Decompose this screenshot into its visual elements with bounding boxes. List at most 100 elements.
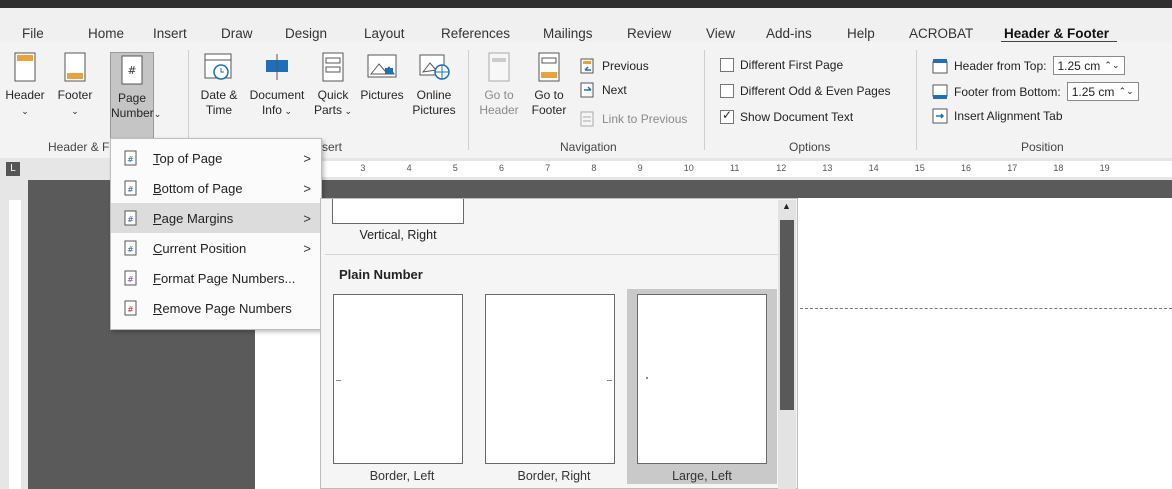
ruler-number: 14: [868, 163, 879, 173]
vertical-ruler[interactable]: [0, 180, 29, 489]
remove-page-numbers-icon: #: [123, 300, 139, 316]
separator: [916, 50, 917, 150]
calendar-clock-icon: [204, 53, 232, 80]
go-to-footer-button[interactable]: Go to Footer: [528, 52, 570, 118]
next-button[interactable]: Next: [580, 82, 627, 98]
gallery-item-large-left[interactable]: Large, Left: [627, 289, 777, 484]
svg-text:#: #: [127, 245, 134, 254]
ruler-number: 9: [637, 163, 643, 173]
svg-text:#: #: [127, 185, 134, 194]
page-margins-icon: #: [123, 210, 139, 226]
show-document-text-checkbox[interactable]: Show Document Text: [720, 108, 853, 124]
thumbnail: [637, 294, 767, 464]
insert-alignment-tab-button[interactable]: Insert Alignment Tab: [932, 108, 1063, 124]
header-from-top-value: 1.25 cm: [1057, 58, 1101, 73]
separator: [188, 50, 189, 150]
scroll-up-icon[interactable]: ▲: [782, 201, 791, 211]
svg-text:#: #: [127, 155, 134, 164]
page-margins-gallery: Vertical, Right Plain Number Border, Lef…: [320, 198, 798, 489]
quick-parts-icon: [322, 52, 344, 82]
online-pictures-label-2: Pictures: [412, 103, 456, 117]
menu-item-top-of-page[interactable]: # Top of Page >: [111, 143, 321, 173]
footer-label: Footer: [57, 88, 93, 102]
footer-button[interactable]: Footer ⌄: [54, 52, 96, 119]
group-label-insert: sert: [322, 140, 343, 154]
previous-button[interactable]: Previous: [580, 58, 649, 74]
border-left-label: Border, Left: [369, 469, 435, 483]
tab-selector[interactable]: L: [6, 162, 20, 176]
tab-review[interactable]: Review: [627, 26, 671, 41]
page-number-button[interactable]: # Page Number⌄: [110, 52, 161, 139]
tab-design[interactable]: Design: [285, 26, 327, 41]
ruler-number: 13: [822, 163, 833, 173]
page-number-icon: #: [121, 55, 143, 85]
footer-from-bottom-row: Footer from Bottom: 1.25 cm ⌃⌄: [932, 82, 1139, 101]
next-label: Next: [602, 83, 627, 97]
ruler-number: 18: [1053, 163, 1064, 173]
document-info-button[interactable]: Document Info ⌄: [244, 52, 310, 119]
alignment-tab-icon: [932, 108, 948, 124]
go-to-header-button[interactable]: Go to Header: [476, 52, 522, 118]
different-first-page-checkbox[interactable]: Different First Page: [720, 58, 843, 72]
checkbox-checked[interactable]: [720, 108, 734, 124]
header-label: Header: [5, 88, 45, 102]
menu-item-format-page-numbers[interactable]: # Format Page Numbers...: [111, 263, 321, 293]
next-icon: [580, 82, 594, 98]
gallery-item-border-right[interactable]: Border, Right: [479, 289, 629, 484]
link-to-previous-button[interactable]: Link to Previous: [580, 111, 687, 127]
pictures-label: Pictures: [360, 88, 404, 102]
tab-insert[interactable]: Insert: [153, 26, 187, 41]
bottom-of-page-icon: #: [123, 180, 139, 196]
date-time-button[interactable]: Date & Time: [196, 52, 242, 118]
tab-references[interactable]: References: [441, 26, 510, 41]
ruler-number: 8: [591, 163, 597, 173]
header-from-top-spinner[interactable]: 1.25 cm ⌃⌄: [1052, 56, 1125, 75]
svg-text:#: #: [127, 275, 134, 284]
ruler-number: 6: [499, 163, 505, 173]
checkbox[interactable]: [720, 84, 734, 98]
footer-from-bottom-spinner[interactable]: 1.25 cm ⌃⌄: [1066, 82, 1139, 101]
date-label-2: Time: [205, 103, 233, 117]
ribbon-tabs: File Home Insert Draw Design Layout Refe…: [0, 8, 1172, 42]
menu-item-bottom-of-page[interactable]: # Bottom of Page >: [111, 173, 321, 203]
ruler-number: 12: [776, 163, 787, 173]
vertical-ruler-strip: [9, 200, 21, 489]
scrollbar-thumb[interactable]: [780, 220, 794, 410]
tab-file[interactable]: File: [22, 26, 44, 41]
menu-item-label: Remove Page Numbers: [153, 300, 292, 316]
footer-position-icon: [932, 84, 948, 99]
tab-add-ins[interactable]: Add-ins: [766, 26, 812, 41]
submenu-arrow-icon: >: [303, 240, 311, 256]
link-to-previous-label: Link to Previous: [602, 112, 688, 126]
quick-parts-button[interactable]: Quick Parts ⌄: [312, 52, 354, 119]
different-odd-even-checkbox[interactable]: Different Odd & Even Pages: [720, 84, 891, 98]
gallery-item-border-left[interactable]: Border, Left: [327, 289, 477, 484]
tab-layout[interactable]: Layout: [364, 26, 405, 41]
tab-header-footer[interactable]: Header & Footer: [1004, 26, 1109, 41]
checkbox[interactable]: [720, 58, 734, 72]
tab-acrobat[interactable]: ACROBAT: [909, 26, 973, 41]
tab-draw[interactable]: Draw: [221, 26, 253, 41]
tab-help[interactable]: Help: [847, 26, 875, 41]
online-pictures-button[interactable]: Online Pictures: [410, 52, 458, 118]
tab-view[interactable]: View: [706, 26, 735, 41]
vertical-right-thumbnail[interactable]: [332, 199, 464, 224]
title-bar-strip: [0, 0, 1172, 8]
section-heading: Plain Number: [339, 267, 423, 282]
menu-item-remove-page-numbers[interactable]: # Remove Page Numbers: [111, 293, 321, 323]
menu-item-page-margins[interactable]: # Page Margins >: [111, 203, 321, 233]
menu-item-current-position[interactable]: # Current Position >: [111, 233, 321, 263]
border-right-label: Border, Right: [517, 469, 591, 483]
header-icon: [14, 52, 36, 82]
pictures-button[interactable]: Pictures: [356, 52, 408, 103]
submenu-arrow-icon: >: [303, 180, 311, 196]
ruler-number: 11: [730, 163, 740, 173]
thumbnail: [485, 294, 615, 464]
tab-home[interactable]: Home: [88, 26, 124, 41]
header-button[interactable]: Header ⌄: [4, 52, 46, 119]
ruler-number: 19: [1099, 163, 1110, 173]
document-info-icon: [266, 54, 288, 80]
footer-from-bottom-label: Footer from Bottom:: [954, 84, 1061, 99]
tab-mailings[interactable]: Mailings: [543, 26, 593, 41]
current-position-icon: #: [123, 240, 139, 256]
